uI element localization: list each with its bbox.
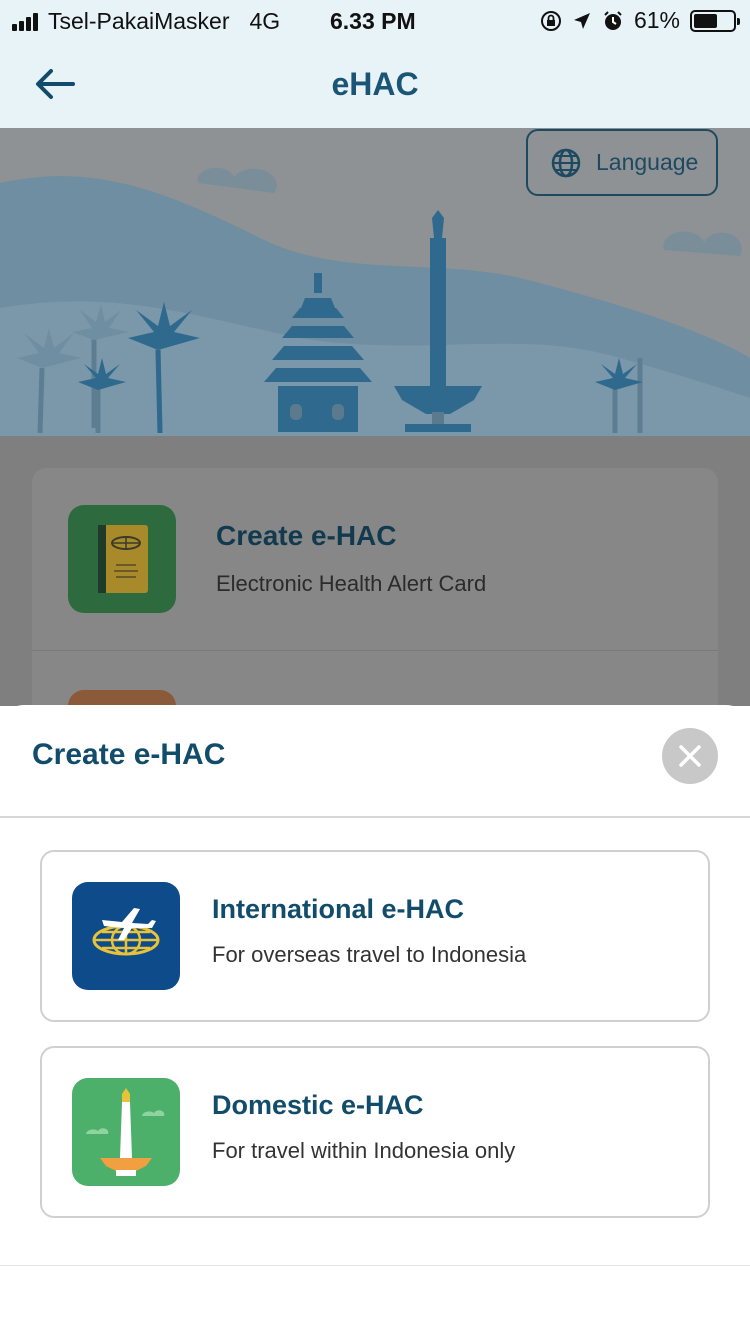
close-button[interactable]: [662, 728, 718, 784]
sheet-title: Create e-HAC: [32, 738, 226, 771]
page-title: eHAC: [331, 66, 419, 102]
battery-icon: [690, 9, 740, 32]
alarm-icon: [604, 10, 622, 30]
battery-percent: 61%: [633, 7, 680, 33]
language-button[interactable]: Language: [526, 129, 718, 196]
app-header: eHAC: [0, 40, 750, 128]
signal-icon: [12, 12, 38, 31]
globe-icon: [551, 148, 581, 177]
option-title: International e-HAC: [212, 894, 465, 924]
option-subtitle: For overseas travel to Indonesia: [212, 942, 527, 967]
location-arrow-icon: [573, 12, 590, 29]
menu-divider: [32, 650, 718, 651]
create-ehac-sheet: Create e-HAC International e-HAC For ove…: [0, 705, 750, 1334]
airplane-globe-icon: [72, 882, 180, 990]
network-type: 4G: [249, 8, 281, 34]
rotation-lock-icon: [540, 10, 561, 31]
status-left: Tsel-PakaiMasker 4G: [12, 8, 280, 35]
passport-icon: [68, 505, 176, 613]
option-subtitle: For travel within Indonesia only: [212, 1138, 516, 1163]
hero-banner: Language: [0, 128, 750, 438]
battery-fill: [694, 13, 717, 28]
sheet-bottom-divider: [0, 1265, 750, 1266]
close-icon: [679, 745, 701, 767]
clock: 6.33 PM: [330, 8, 416, 34]
international-ehac-option[interactable]: International e-HAC For overseas travel …: [40, 850, 710, 1022]
home-menu-area: Create e-HAC Electronic Health Alert Car…: [0, 436, 750, 750]
monument-icon: [72, 1078, 180, 1186]
option-title: Domestic e-HAC: [212, 1090, 424, 1120]
domestic-ehac-option[interactable]: Domestic e-HAC For travel within Indones…: [40, 1046, 710, 1218]
sheet-divider: [0, 816, 750, 818]
menu-item-subtitle: Electronic Health Alert Card: [216, 571, 487, 596]
create-ehac-menu-card[interactable]: Create e-HAC Electronic Health Alert Car…: [32, 468, 718, 750]
carrier-name: Tsel-PakaiMasker: [48, 8, 230, 34]
language-label: Language: [596, 149, 699, 175]
status-right: 61%: [540, 7, 740, 34]
menu-item-title: Create e-HAC: [216, 520, 397, 551]
status-bar: Tsel-PakaiMasker 4G 6.33 PM 61%: [0, 0, 750, 40]
